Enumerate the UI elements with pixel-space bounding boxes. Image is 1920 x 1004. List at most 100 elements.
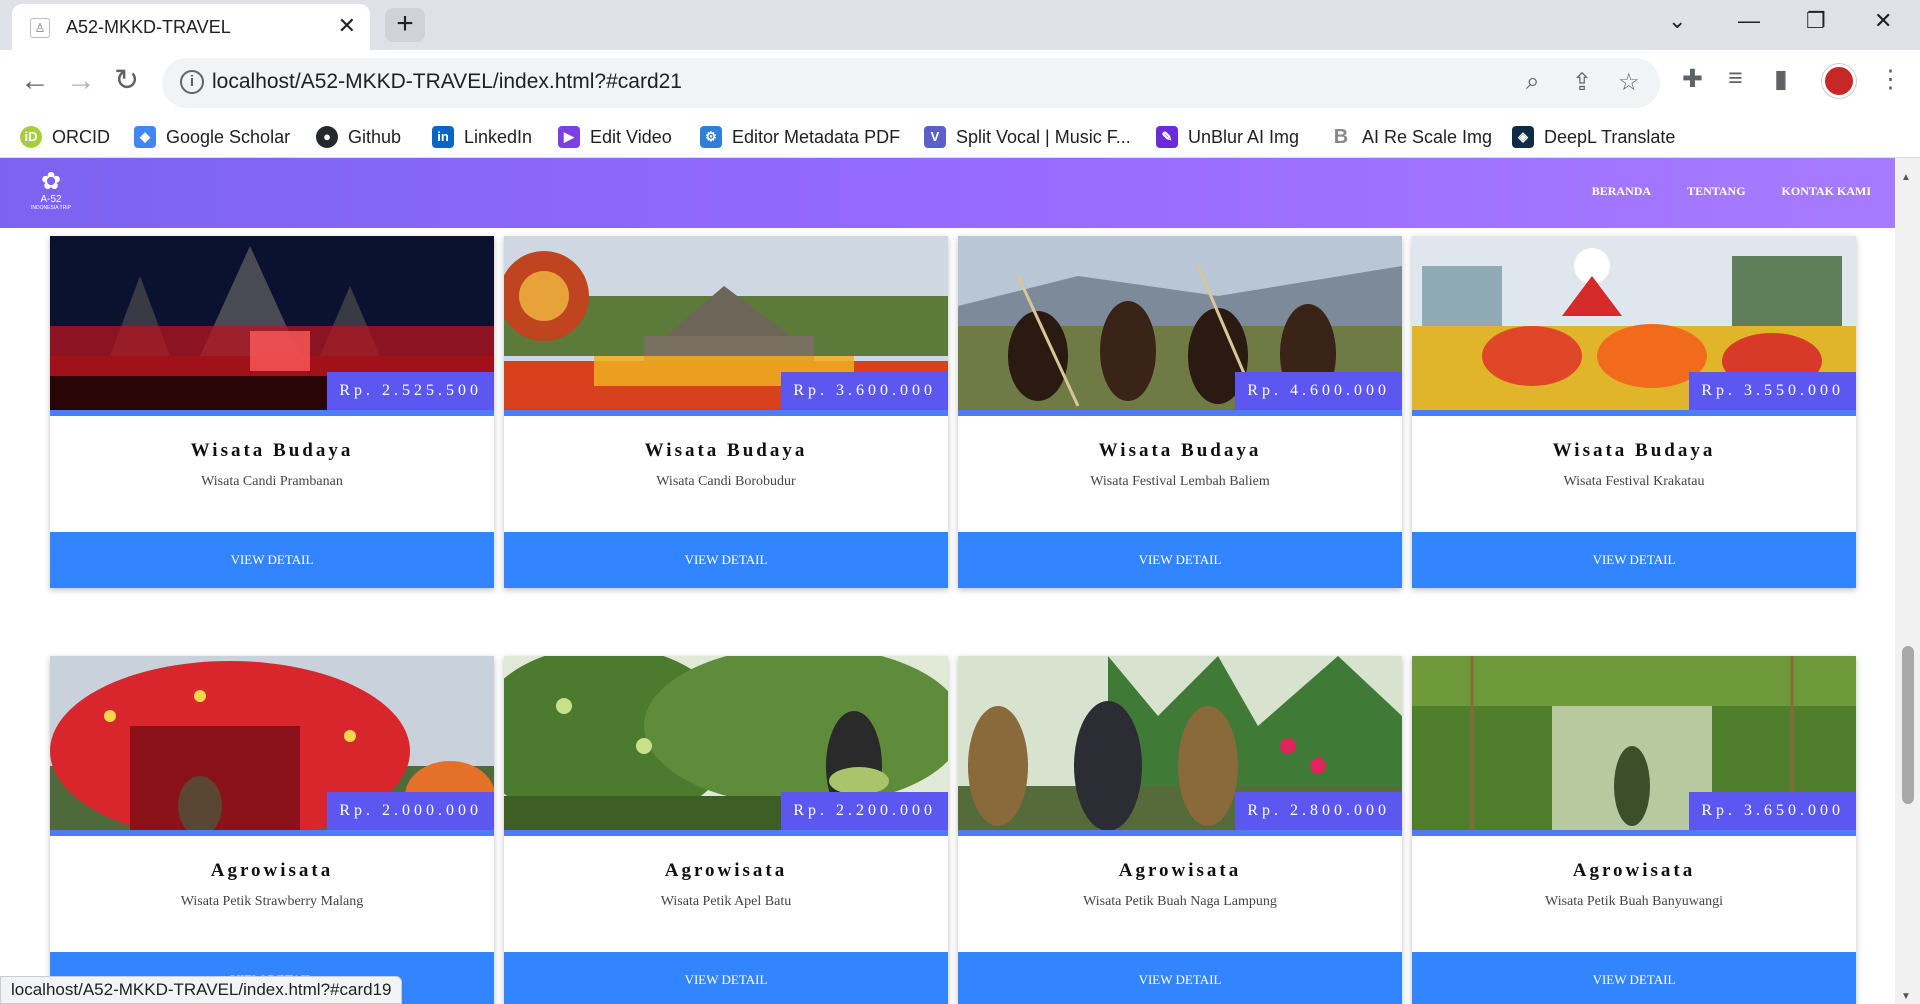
orcid-icon: iD	[20, 126, 42, 148]
view-detail-button[interactable]: VIEW DETAIL	[958, 952, 1402, 1004]
close-tab-icon[interactable]: ✕	[338, 13, 356, 39]
tour-card: Rp. 4.600.000 Wisata Budaya Wisata Festi…	[958, 236, 1402, 588]
tour-card-image[interactable]: Rp. 3.550.000	[1412, 236, 1856, 416]
tab-search-chevron-icon[interactable]: ⌄	[1668, 8, 1686, 34]
github-icon: ●	[316, 126, 338, 148]
view-detail-button[interactable]: VIEW DETAIL	[50, 532, 494, 588]
card-subtitle: Wisata Petik Strawberry Malang	[180, 894, 364, 909]
zoom-icon[interactable]: ⌕	[1526, 68, 1539, 96]
nav-link-beranda[interactable]: BERANDA	[1592, 184, 1651, 199]
price-badge: Rp. 2.525.500	[327, 372, 494, 410]
view-detail-button[interactable]: VIEW DETAIL	[1412, 952, 1856, 1004]
card-title: Agrowisata	[210, 860, 334, 881]
tour-card-body: Agrowisata Wisata Petik Buah Banyuwangi	[1412, 836, 1856, 952]
logo-subtext: INDONESIA TRIP	[31, 205, 71, 211]
extensions-icon[interactable]: ✚	[1682, 64, 1703, 94]
card-subtitle: Wisata Petik Apel Batu	[660, 894, 792, 909]
view-detail-button[interactable]: VIEW DETAIL	[504, 952, 948, 1004]
tour-card: Rp. 2.200.000 Agrowisata Wisata Petik Ap…	[504, 656, 948, 1004]
restore-icon[interactable]: ❐	[1806, 8, 1826, 34]
bookmark-label: Google Scholar	[166, 126, 291, 147]
card-title: Agrowisata	[1118, 860, 1242, 881]
scroll-down-arrow-icon[interactable]: ▼	[1901, 991, 1911, 1002]
tour-card: Rp. 2.525.500 Wisata Budaya Wisata Candi…	[50, 236, 494, 588]
tour-card-body: Agrowisata Wisata Petik Buah Naga Lampun…	[958, 836, 1402, 952]
bookmark-ai-rescale[interactable]: B AI Re Scale Img	[1330, 124, 1492, 150]
card-title: Wisata Budaya	[1098, 440, 1262, 461]
scroll-up-arrow-icon[interactable]: ▲	[1901, 172, 1911, 183]
nav-link-tentang[interactable]: TENTANG	[1687, 184, 1745, 199]
bookmark-editor-metadata-pdf[interactable]: ⚙ Editor Metadata PDF	[700, 124, 900, 150]
bookmark-label: Editor Metadata PDF	[732, 126, 901, 147]
bookmark-label: ORCID	[52, 126, 110, 147]
new-tab-button[interactable]: +	[385, 8, 425, 42]
scrollbar-thumb[interactable]	[1902, 646, 1914, 804]
price-badge: Rp. 2.000.000	[327, 792, 494, 830]
bookmark-label: LinkedIn	[464, 126, 533, 147]
media-control-icon[interactable]: ≡	[1728, 64, 1743, 93]
bookmark-edit-video[interactable]: ▶ Edit Video	[558, 124, 672, 150]
card-subtitle: Wisata Candi Borobudur	[656, 474, 796, 489]
view-detail-button[interactable]: VIEW DETAIL	[958, 532, 1402, 588]
price-badge: Rp. 3.650.000	[1689, 792, 1856, 830]
logo-text: A-52	[40, 194, 62, 205]
metadata-pdf-icon: ⚙	[700, 126, 722, 148]
bookmark-label: UnBlur AI Img	[1188, 126, 1300, 147]
tour-card-image[interactable]: Rp. 2.525.500	[50, 236, 494, 416]
card-title: Agrowisata	[664, 860, 788, 881]
price-badge: Rp. 2.200.000	[781, 792, 948, 830]
view-detail-button[interactable]: VIEW DETAIL	[1412, 532, 1856, 588]
view-detail-button[interactable]: VIEW DETAIL	[504, 532, 948, 588]
bookmark-github[interactable]: ● Github	[316, 124, 401, 150]
reload-icon[interactable]: ↻	[114, 66, 139, 96]
tour-card: Rp. 2.800.000 Agrowisata Wisata Petik Bu…	[958, 656, 1402, 1004]
bookmark-google-scholar[interactable]: ◆ Google Scholar	[134, 124, 290, 150]
unblur-icon: ✎	[1156, 126, 1178, 148]
tour-card-image[interactable]: Rp. 2.000.000	[50, 656, 494, 836]
tour-card-body: Wisata Budaya Wisata Candi Prambanan	[50, 416, 494, 532]
bookmark-unblur[interactable]: ✎ UnBlur AI Img	[1156, 124, 1299, 150]
card-title: Agrowisata	[1572, 860, 1696, 881]
tour-card: Rp. 3.600.000 Wisata Budaya Wisata Candi…	[504, 236, 948, 588]
logo-emblem-icon: ✿	[40, 168, 62, 195]
google-scholar-icon: ◆	[134, 126, 156, 148]
bookmark-label: Github	[348, 126, 402, 147]
bookmark-deepl[interactable]: ◈ DeepL Translate	[1512, 124, 1675, 150]
tour-card: Rp. 3.550.000 Wisata Budaya Wisata Festi…	[1412, 236, 1856, 588]
tour-card-body: Wisata Budaya Wisata Festival Lembah Bal…	[958, 416, 1402, 532]
rescale-icon: B	[1330, 126, 1352, 148]
bookmark-star-icon[interactable]: ☆	[1618, 68, 1640, 97]
tab-title: A52-MKKD-TRAVEL	[66, 17, 231, 37]
bookmark-split-vocal[interactable]: V Split Vocal | Music F...	[924, 124, 1131, 150]
tour-card-image[interactable]: Rp. 3.650.000	[1412, 656, 1856, 836]
nav-link-kontak-kami[interactable]: KONTAK KAMI	[1782, 184, 1871, 199]
minimize-icon[interactable]: —	[1738, 8, 1760, 34]
browser-tab[interactable]: ♙ A52-MKKD-TRAVEL ✕	[12, 4, 370, 50]
bookmark-label: DeepL Translate	[1544, 126, 1676, 147]
tour-card-body: Agrowisata Wisata Petik Strawberry Malan…	[50, 836, 494, 952]
tour-card-body: Wisata Budaya Wisata Candi Borobudur	[504, 416, 948, 532]
bookmark-orcid[interactable]: iD ORCID	[20, 124, 110, 150]
back-arrow-icon[interactable]: ←	[20, 66, 50, 96]
forward-arrow-icon[interactable]: →	[66, 66, 96, 96]
tour-card-image[interactable]: Rp. 2.800.000	[958, 656, 1402, 836]
address-bar[interactable]: i localhost/A52-MKKD-TRAVEL/index.html?#…	[162, 58, 1660, 108]
card-title: Wisata Budaya	[644, 440, 808, 461]
tour-card-image[interactable]: Rp. 3.600.000	[504, 236, 948, 416]
side-panel-icon[interactable]: ▮	[1774, 64, 1788, 94]
tour-card-image[interactable]: Rp. 2.200.000	[504, 656, 948, 836]
split-vocal-icon: V	[924, 126, 946, 148]
page-viewport: ✿ A-52 INDONESIA TRIP BERANDA TENTANG KO…	[0, 158, 1920, 1004]
menu-kebab-icon[interactable]: ⋮	[1878, 64, 1903, 94]
page-scrollbar[interactable]: ▲ ▼	[1895, 158, 1920, 1004]
site-logo[interactable]: ✿ A-52 INDONESIA TRIP	[28, 170, 74, 216]
profile-avatar[interactable]	[1822, 64, 1856, 98]
share-icon[interactable]: ⇪	[1572, 68, 1592, 97]
site-info-icon[interactable]: i	[180, 70, 204, 94]
address-url[interactable]: localhost/A52-MKKD-TRAVEL/index.html?#ca…	[212, 70, 682, 94]
tour-card: Rp. 2.000.000 Agrowisata Wisata Petik St…	[50, 656, 494, 1004]
close-window-icon[interactable]: ✕	[1874, 8, 1892, 34]
bookmark-linkedin[interactable]: in LinkedIn	[432, 124, 532, 150]
price-badge: Rp. 4.600.000	[1235, 372, 1402, 410]
tour-card-image[interactable]: Rp. 4.600.000	[958, 236, 1402, 416]
